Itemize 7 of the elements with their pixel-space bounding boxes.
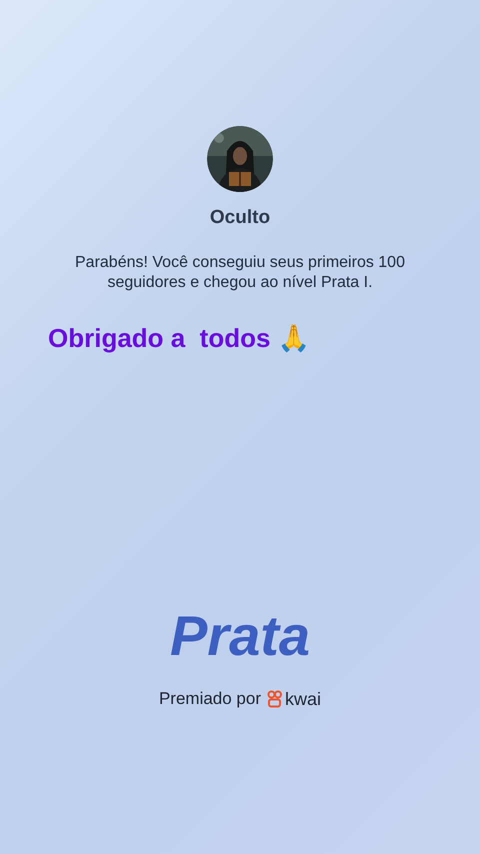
level-title: Prata <box>170 606 310 666</box>
awarded-by-label: Premiado por <box>158 688 262 710</box>
caption: Obrigado a todos 🙏 <box>48 322 310 352</box>
camera-logo-icon <box>267 690 284 708</box>
profile-name: Oculto <box>210 206 270 230</box>
brand-name: kwai <box>285 688 322 710</box>
congratulations-message: Parabéns! Você conseguiu seus primeiros 100 seguidores e chegou ao nível Prata I. <box>74 252 406 292</box>
